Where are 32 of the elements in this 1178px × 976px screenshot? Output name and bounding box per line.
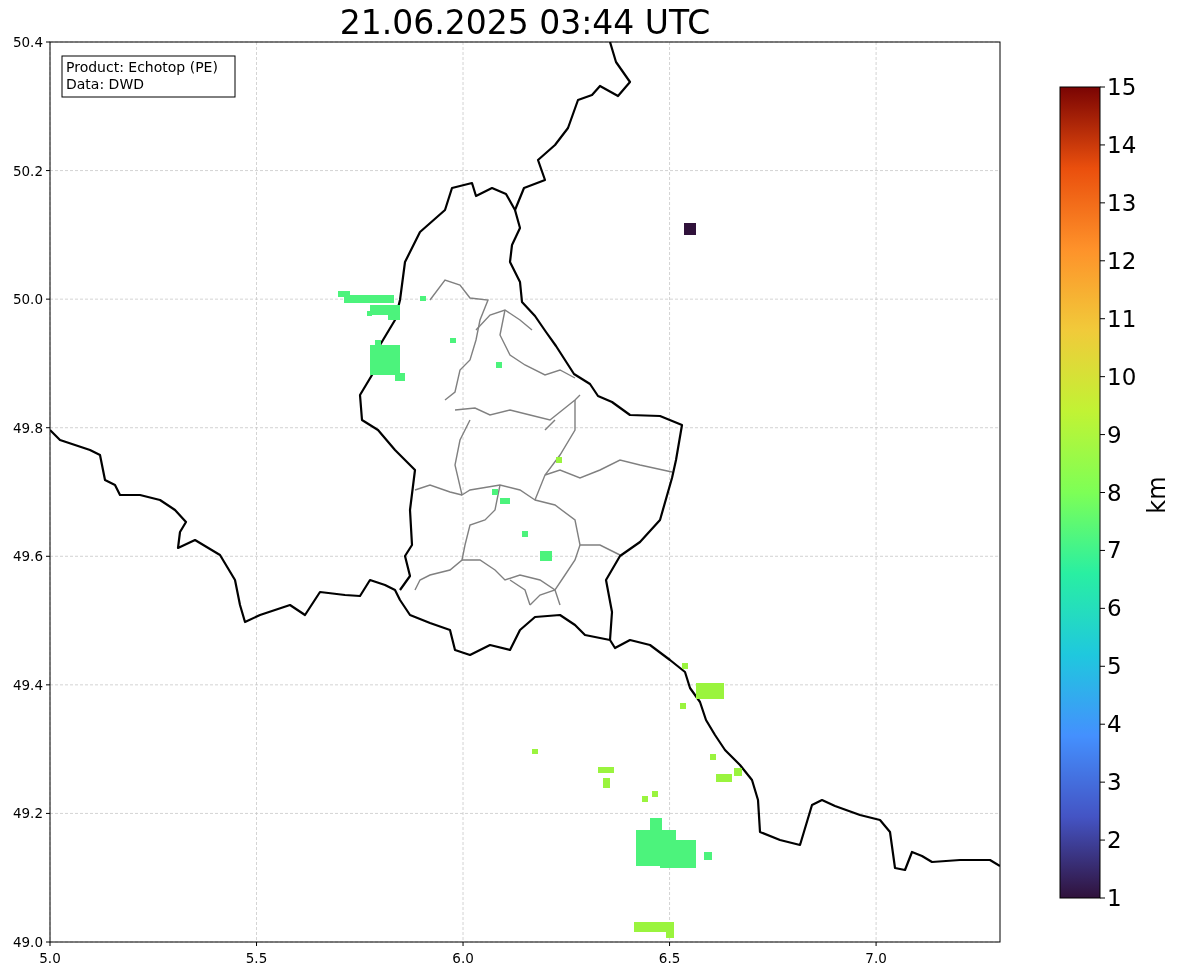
colorbar-tick-label: 6 [1107, 595, 1122, 622]
chart-title: 21.06.2025 03:44 UTC [339, 3, 711, 42]
colorbar-tick-label: 15 [1107, 74, 1137, 100]
colorbar-tick-label: 11 [1107, 305, 1137, 332]
colorbar-tick-label: 5 [1107, 653, 1122, 680]
colorbar-tick-label: 10 [1107, 363, 1137, 390]
axis-tick-label: 49.6 [12, 548, 43, 565]
axis-tick-label: 49.8 [12, 419, 43, 436]
colorbar-tick-label: 2 [1107, 827, 1122, 854]
legend-text: Product: Echotop (PE) [66, 59, 218, 75]
colorbar-tick-label: 12 [1107, 247, 1137, 274]
axis-tick-label: 50.4 [12, 34, 43, 50]
colorbar-tick-label: 3 [1107, 769, 1122, 796]
axis-tick-label: 6.5 [658, 950, 681, 966]
axis-tick-label: 7.0 [865, 950, 887, 966]
axis-tick-label: 50.2 [12, 162, 43, 179]
axis-tick-label: 49.0 [12, 934, 43, 950]
colorbar-tick-label: 7 [1107, 537, 1122, 564]
axis-tick-label: 6.0 [452, 950, 474, 966]
axis-tick-label: 49.4 [12, 676, 43, 693]
colorbar-label: km [1143, 476, 1171, 514]
legend-text: Data: DWD [66, 76, 144, 92]
axis-tick-label: 5.0 [39, 950, 61, 966]
colorbar-tick-label: 9 [1107, 421, 1122, 448]
axis-tick-label: 50.0 [12, 291, 43, 308]
axis-tick-label: 5.5 [245, 950, 268, 966]
colorbar-tick-label: 1 [1107, 885, 1122, 911]
colorbar-tick-label: 4 [1107, 711, 1122, 738]
axis-tick-label: 49.2 [12, 805, 43, 822]
colorbar-tick-label: 14 [1107, 131, 1137, 158]
colorbar-tick-label: 13 [1107, 189, 1137, 216]
colorbar-tick-label: 8 [1107, 479, 1122, 506]
